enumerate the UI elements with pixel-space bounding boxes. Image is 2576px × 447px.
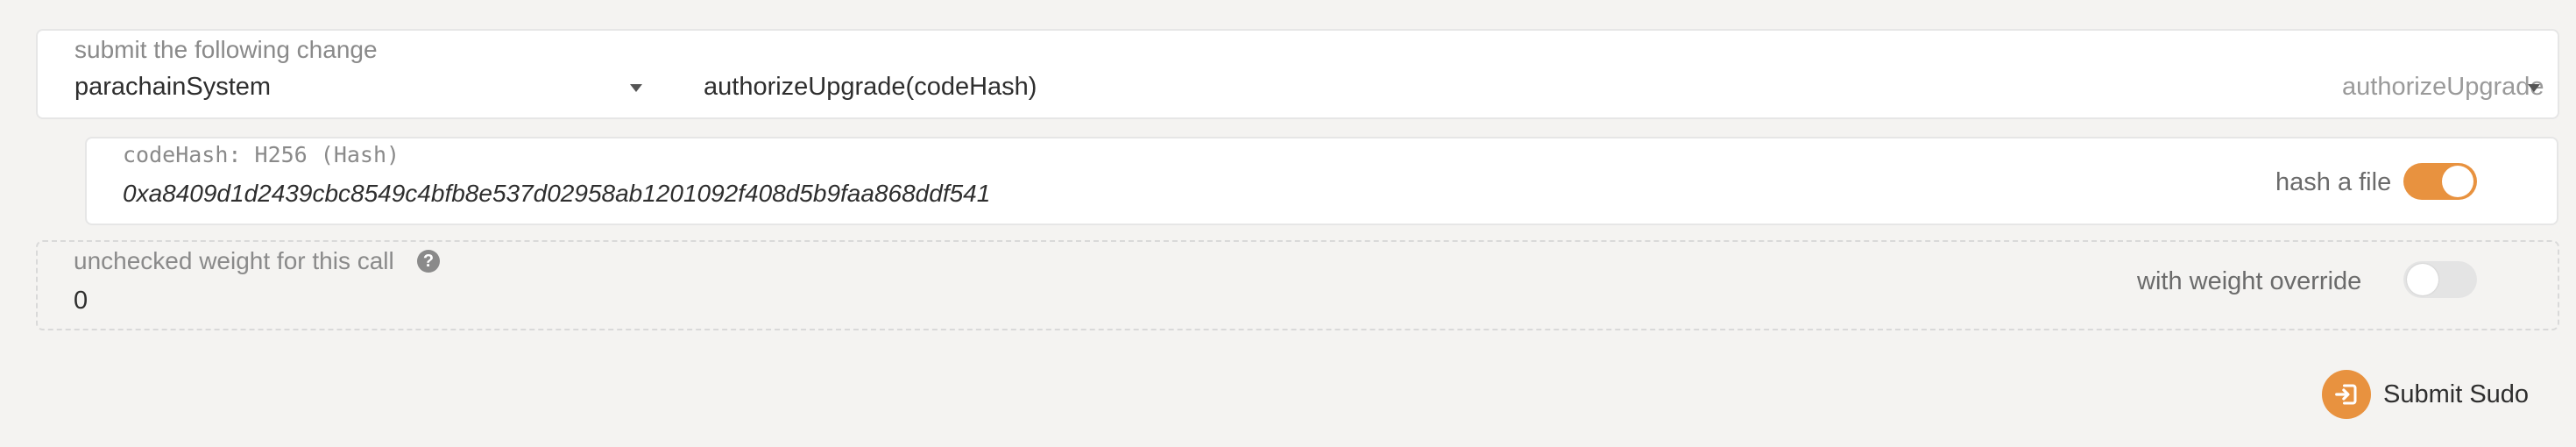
weight-section: unchecked weight for this call ? 0 with … bbox=[36, 240, 2559, 330]
chevron-down-icon bbox=[2528, 84, 2540, 92]
sign-in-icon-svg bbox=[2335, 384, 2357, 405]
help-icon[interactable]: ? bbox=[417, 250, 440, 273]
codehash-param: codeHash: H256 (Hash) 0xa8409d1d2439cbc8… bbox=[85, 137, 2558, 225]
weight-value: 0 bbox=[74, 287, 88, 315]
method-dropdown[interactable]: authorizeUpgrade(codeHash) authorizeUpgr… bbox=[704, 31, 2558, 117]
hash-file-toggle[interactable] bbox=[2403, 163, 2477, 200]
hash-file-label: hash a file bbox=[2275, 168, 2392, 196]
module-dropdown[interactable]: parachainSystem bbox=[38, 31, 686, 117]
weight-override-toggle[interactable] bbox=[2403, 261, 2477, 298]
codehash-input[interactable]: 0xa8409d1d2439cbc8549c4bfb8e537d02958ab1… bbox=[123, 180, 990, 208]
weight-override-label: with weight override bbox=[2137, 267, 2362, 295]
submit-sudo-label: Submit Sudo bbox=[2383, 380, 2530, 408]
method-call-signature: authorizeUpgrade(codeHash) bbox=[704, 73, 1037, 101]
weight-label: unchecked weight for this call bbox=[74, 247, 394, 274]
sign-in-icon bbox=[2322, 370, 2371, 419]
chevron-down-icon bbox=[630, 84, 642, 92]
sudo-page: submit the following change parachainSys… bbox=[0, 0, 2576, 447]
extrinsic-selector: submit the following change parachainSys… bbox=[36, 29, 2559, 119]
module-value: parachainSystem bbox=[74, 73, 272, 101]
submit-sudo-button[interactable]: Submit Sudo bbox=[2322, 368, 2529, 421]
method-name: authorizeUpgrade bbox=[2342, 73, 2544, 101]
toggle-knob bbox=[2442, 166, 2473, 197]
toggle-knob bbox=[2407, 264, 2438, 295]
codehash-label: codeHash: H256 (Hash) bbox=[123, 142, 400, 167]
